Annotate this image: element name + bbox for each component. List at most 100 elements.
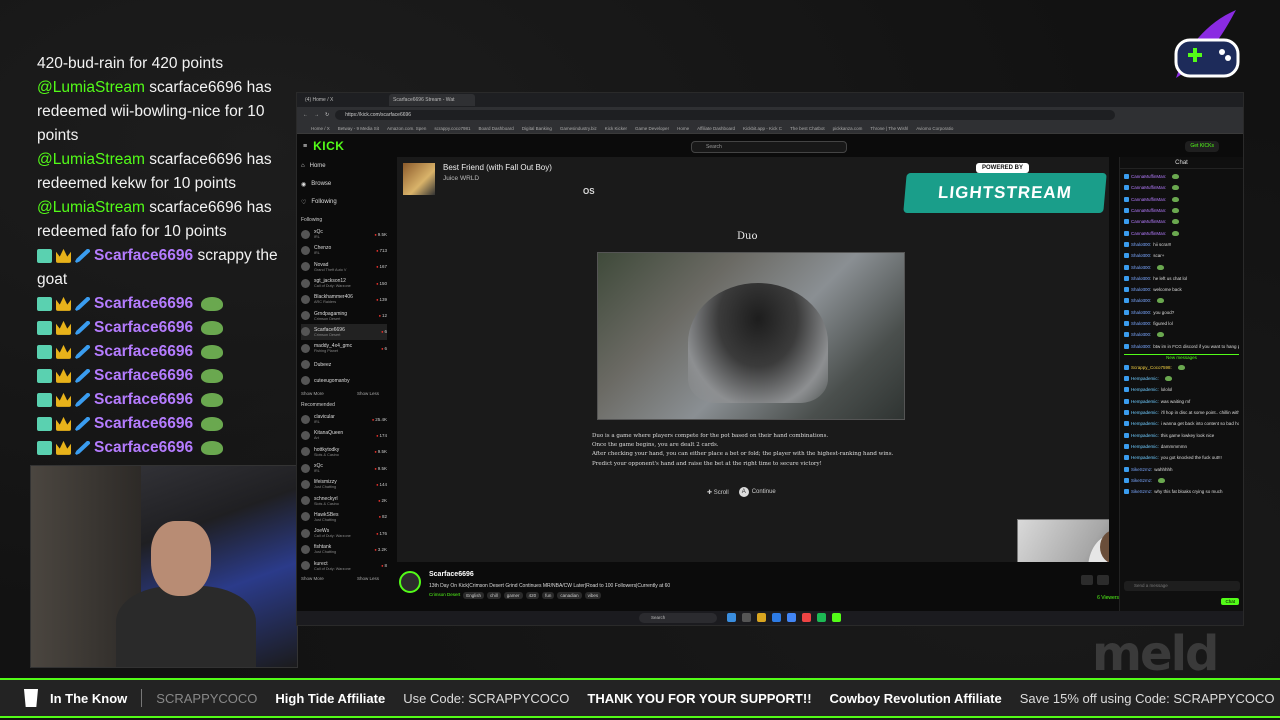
forward-icon[interactable]: → bbox=[314, 112, 319, 118]
chat-username[interactable]: Shalott00: bbox=[1131, 276, 1151, 281]
bookmark-item[interactable]: Board Dashboard bbox=[479, 126, 514, 131]
chat-username[interactable]: Hempademic: bbox=[1131, 410, 1159, 415]
chat-username[interactable]: Hempademic: bbox=[1131, 455, 1159, 460]
bookmark-item[interactable]: Betway - 9 Media Sit bbox=[338, 126, 379, 131]
chat-username[interactable]: CannaMuffinMan: bbox=[1131, 185, 1166, 190]
chat-username[interactable]: Shalott00: bbox=[1131, 298, 1151, 303]
sidebar-channel[interactable]: HawkSBesJust Chatting 82 bbox=[301, 509, 387, 525]
search-input[interactable]: Search bbox=[691, 141, 847, 153]
chat-username[interactable]: Shalott00: bbox=[1131, 310, 1151, 315]
bookmark-item[interactable]: Throne | The Wishl bbox=[870, 126, 908, 131]
sidebar-channel[interactable]: kurectCall of Duty: Warzone 8 bbox=[301, 558, 387, 574]
chat-username[interactable]: Shalott00: bbox=[1131, 321, 1151, 326]
chat-username[interactable]: Hempademic: bbox=[1131, 444, 1159, 449]
chat-username[interactable]: Hempademic: bbox=[1131, 399, 1159, 404]
app-icon[interactable] bbox=[802, 613, 811, 622]
sidebar-channel[interactable]: xQcIRL 9.5K bbox=[301, 460, 387, 476]
chrome-icon[interactable] bbox=[787, 613, 796, 622]
store-icon[interactable] bbox=[772, 613, 781, 622]
chat-username[interactable]: CannaMuffinMan: bbox=[1131, 208, 1166, 213]
sidebar-channel[interactable]: clavicularIRL 25.4K bbox=[301, 411, 387, 427]
sidebar-channel[interactable]: Dubeez bbox=[301, 356, 387, 372]
show-more-button[interactable]: Show More bbox=[301, 391, 324, 396]
show-more-button[interactable]: Show More bbox=[301, 576, 324, 581]
sidebar-channel[interactable]: NovadGrand Theft Auto V 167 bbox=[301, 259, 387, 275]
sidebar-channel[interactable]: Scarface6696Crimson Desert 6 bbox=[301, 323, 387, 341]
bookmark-item[interactable]: Kickbit.app - Kick C bbox=[743, 126, 782, 131]
chat-username[interactable]: Hempademic: bbox=[1131, 421, 1159, 426]
chat-username[interactable]: SikeSzmz: bbox=[1131, 478, 1152, 483]
chat-username[interactable]: Shalott00: bbox=[1131, 344, 1151, 349]
sidebar-item-following[interactable]: ♡ Following bbox=[301, 193, 387, 211]
bookmark-item[interactable]: The best Chatbot bbox=[790, 126, 825, 131]
chat-username[interactable]: Scrappy_Coco7598: bbox=[1131, 365, 1172, 370]
show-less-button[interactable]: Show Less bbox=[357, 391, 379, 396]
bookmark-item[interactable]: Game Developer bbox=[635, 126, 669, 131]
bookmark-item[interactable]: Gamesindustry.biz bbox=[560, 126, 597, 131]
sidebar-channel[interactable]: GrndpagamingCrimson Desert 12 bbox=[301, 307, 387, 323]
sidebar-channel[interactable]: hottkytodkySlots & Casino 9.5K bbox=[301, 444, 387, 460]
sidebar-channel[interactable]: xQcIRL 9.5K bbox=[301, 226, 387, 242]
chat-username[interactable]: Hempademic: bbox=[1131, 433, 1159, 438]
chat-username[interactable]: Shalott00: bbox=[1131, 265, 1151, 270]
stream-player[interactable]: Best Friend (with Fall Out Boy) Juice WR… bbox=[397, 157, 1109, 562]
chat-username[interactable]: Shalott00: bbox=[1131, 253, 1151, 258]
sidebar-channel[interactable]: KitanaQueenArt 174 bbox=[301, 427, 387, 443]
sidebar-item-home[interactable]: ⌂ Home bbox=[301, 157, 387, 175]
chat-username[interactable]: CannaMuffinMan: bbox=[1131, 231, 1166, 236]
chat-username[interactable]: CannaMuffinMan: bbox=[1131, 219, 1166, 224]
bookmark-item[interactable]: pickkanza.com bbox=[833, 126, 863, 131]
stream-tag[interactable]: vibes bbox=[584, 592, 602, 599]
sidebar-channel[interactable]: Blackhammer406ARC Raiders 139 bbox=[301, 291, 387, 307]
show-less-button[interactable]: Show Less bbox=[357, 576, 379, 581]
folder-icon[interactable] bbox=[757, 613, 766, 622]
chat-send-button[interactable]: Chat bbox=[1221, 598, 1239, 605]
category-link[interactable]: Crimson Desert bbox=[429, 592, 460, 599]
chat-username[interactable]: Hempademic: bbox=[1131, 387, 1159, 392]
bookmark-item[interactable]: scrappy.coco7981 bbox=[434, 126, 470, 131]
streamer-name[interactable]: Scarface6696 bbox=[429, 571, 474, 578]
reload-icon[interactable]: ↻ bbox=[325, 112, 329, 118]
chat-input[interactable]: Send a message bbox=[1124, 581, 1240, 591]
chat-username[interactable]: Shalott00: bbox=[1131, 287, 1151, 292]
bookmark-item[interactable]: Home bbox=[677, 126, 689, 131]
sidebar-channel[interactable]: ChenzoIRL 713 bbox=[301, 242, 387, 258]
chat-username[interactable]: CannaMuffinMan: bbox=[1131, 197, 1166, 202]
stream-tag[interactable]: canadian bbox=[557, 592, 582, 599]
bookmark-item[interactable]: Amazon.com. Spen bbox=[387, 126, 426, 131]
windows-icon[interactable] bbox=[727, 613, 736, 622]
spotify-icon[interactable] bbox=[817, 613, 826, 622]
chat-username[interactable]: Hempademic: bbox=[1131, 376, 1159, 381]
taskview-icon[interactable] bbox=[742, 613, 751, 622]
tab-kick-stream[interactable]: Scarface6696 Stream - Wat bbox=[389, 94, 475, 106]
stream-tag[interactable]: 420 bbox=[525, 592, 540, 599]
stream-tag[interactable]: chill bbox=[487, 592, 501, 599]
stream-tag[interactable]: gamer bbox=[503, 592, 523, 599]
bookmark-item[interactable]: Affiliate Dashboard bbox=[697, 126, 735, 131]
sidebar-item-browse[interactable]: ◉ Browse bbox=[301, 175, 387, 193]
sidebar-channel[interactable]: schneckyrlSlots & Casino 2K bbox=[301, 492, 387, 508]
tab-x-home[interactable]: (4) Home / X bbox=[301, 94, 387, 106]
stream-tag[interactable]: English bbox=[463, 592, 485, 599]
bookmark-item[interactable]: Aviomo Corporatio bbox=[916, 126, 953, 131]
sidebar-channel[interactable]: lifeismizzyJust Chatting 144 bbox=[301, 476, 387, 492]
stream-tag[interactable]: fun bbox=[542, 592, 555, 599]
sidebar-channel[interactable]: sgt_jackson12Call of Duty: Warzone 150 bbox=[301, 275, 387, 291]
chat-username[interactable]: CannaMuffinMan: bbox=[1131, 174, 1166, 179]
sidebar-channel[interactable]: cuteeugomanby bbox=[301, 373, 387, 389]
follow-heart-icon[interactable] bbox=[1097, 575, 1109, 585]
kick-app-icon[interactable] bbox=[832, 613, 841, 622]
kick-logo[interactable]: KICK bbox=[313, 139, 344, 153]
chat-username[interactable]: SikeSzmz: bbox=[1131, 467, 1152, 472]
back-icon[interactable]: ← bbox=[303, 112, 308, 118]
sidebar-channel[interactable]: JoeWsCall of Duty: Warzone 176 bbox=[301, 525, 387, 541]
url-field[interactable]: https://kick.com/scarface6696 bbox=[335, 110, 1116, 120]
taskbar-search[interactable]: Search bbox=[639, 613, 717, 623]
bookmark-item[interactable]: Kick Kicker bbox=[605, 126, 627, 131]
bookmark-item[interactable]: Digital Banking bbox=[522, 126, 552, 131]
chat-username[interactable]: SikeSzmz: bbox=[1131, 489, 1152, 494]
sidebar-channel[interactable]: fishtankJust Chatting 3.2K bbox=[301, 541, 387, 557]
sidebar-channel[interactable]: maddy_4x4_gmcFishing Planet 6 bbox=[301, 340, 387, 356]
chat-username[interactable]: Shalott00: bbox=[1131, 332, 1151, 337]
get-kicks-button[interactable]: Get KICKs bbox=[1185, 141, 1219, 152]
